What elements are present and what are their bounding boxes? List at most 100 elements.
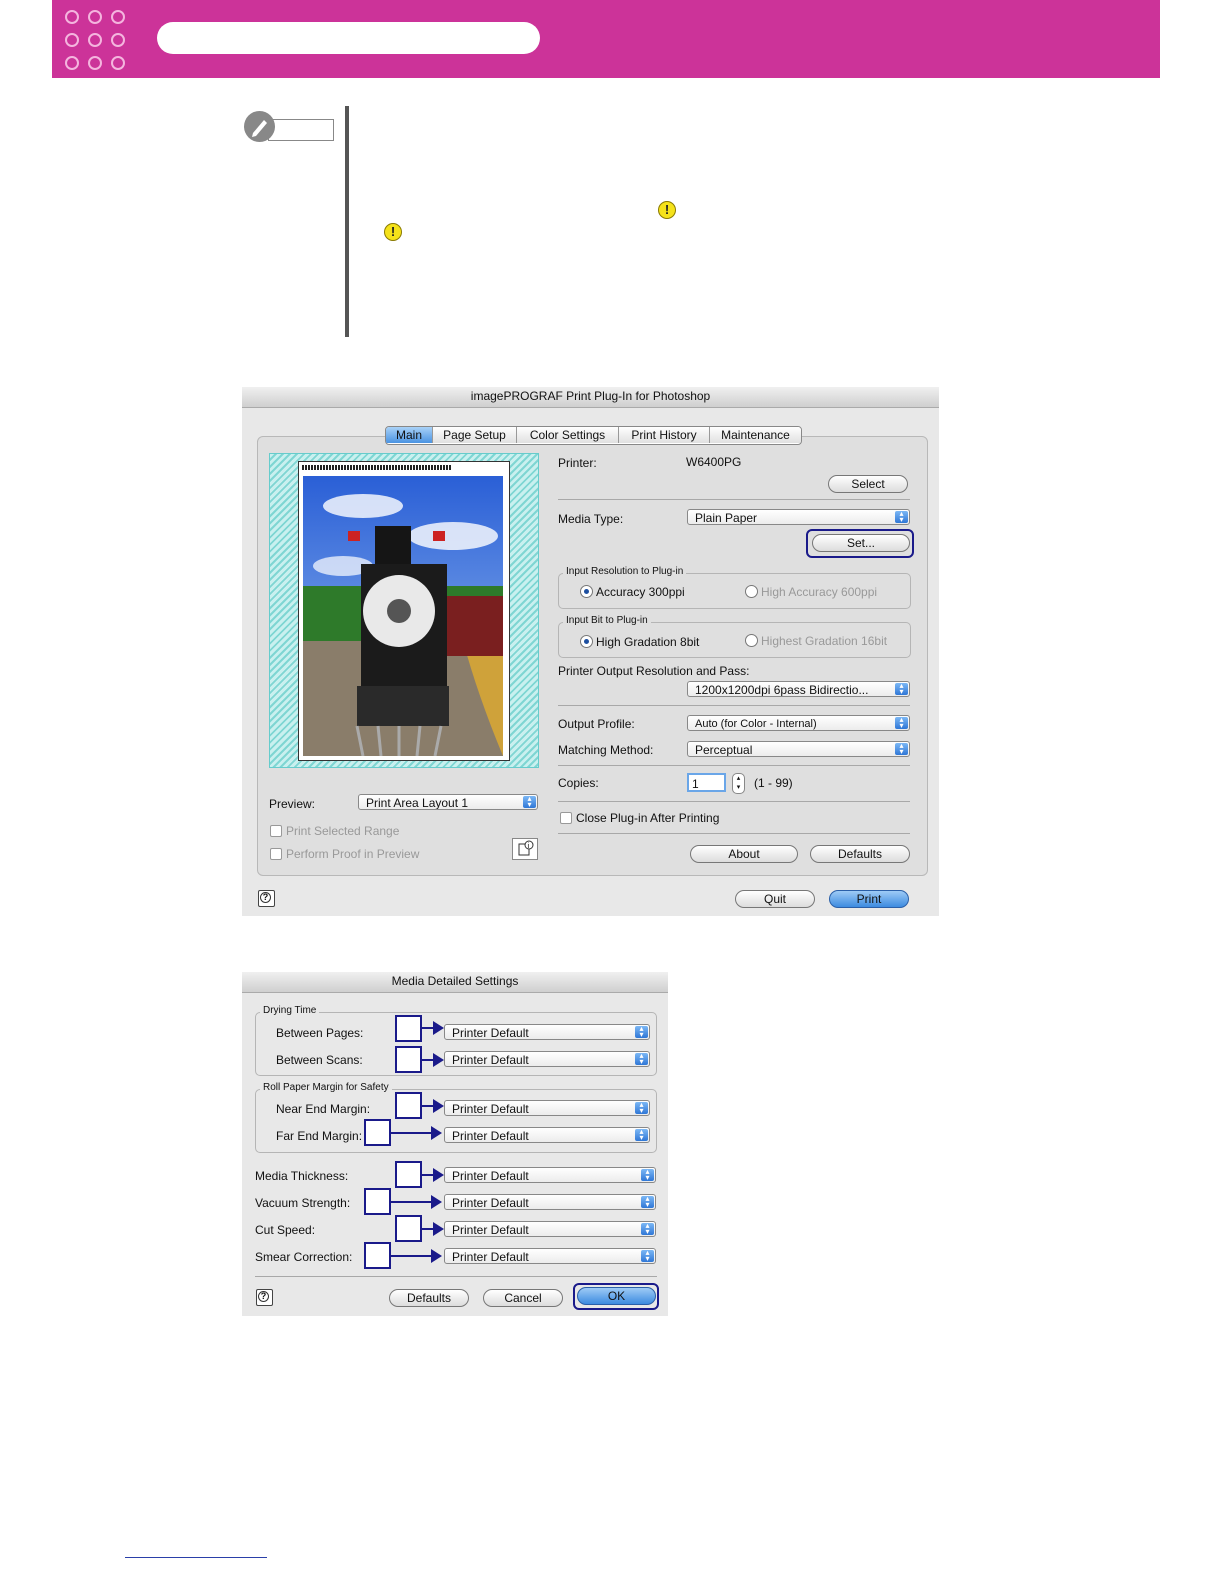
copies-stepper[interactable]: ▴ ▾ xyxy=(732,773,745,794)
quit-button[interactable]: Quit xyxy=(735,890,815,908)
preview-header-text xyxy=(302,465,452,470)
divider xyxy=(558,765,910,766)
question-icon: ? xyxy=(260,892,271,903)
close-plugin-label: Close Plug-in After Printing xyxy=(576,811,720,825)
media-thickness-select[interactable]: Printer Default ▴ ▾ xyxy=(444,1167,656,1183)
arrow-right-icon xyxy=(431,1249,442,1263)
highest-gradation-16bit-label: Highest Gradation 16bit xyxy=(761,634,888,648)
divider xyxy=(255,1276,657,1277)
tab-main[interactable]: Main xyxy=(386,427,433,443)
chevron-updown-icon: ▴ ▾ xyxy=(895,510,908,524)
defaults-button[interactable]: Defaults xyxy=(810,845,910,863)
decor-dot xyxy=(88,33,102,47)
printer-label: Printer: xyxy=(558,456,597,470)
decor-dot xyxy=(111,10,125,24)
high-accuracy-600-radio[interactable] xyxy=(745,585,758,598)
media-thickness-value: Printer Default xyxy=(452,1169,529,1183)
cut-speed-label: Cut Speed: xyxy=(255,1223,316,1237)
near-end-select[interactable]: Printer Default ▴ ▾ xyxy=(444,1100,650,1116)
print-selected-range-checkbox[interactable] xyxy=(270,825,282,837)
divider xyxy=(558,705,910,706)
chevron-updown-icon: ▴ ▾ xyxy=(895,682,908,696)
note-label-box xyxy=(268,119,334,141)
arrow-right-icon xyxy=(431,1195,442,1209)
media-type-value: Plain Paper xyxy=(695,511,758,525)
copies-input[interactable]: 1 xyxy=(687,773,726,792)
roll-margin-group xyxy=(255,1089,657,1153)
between-scans-select[interactable]: Printer Default ▴ ▾ xyxy=(444,1051,650,1067)
far-end-select[interactable]: Printer Default ▴ ▾ xyxy=(444,1127,650,1143)
high-accuracy-600-label: High Accuracy 600ppi xyxy=(761,585,878,599)
chevron-updown-icon: ▴ ▾ xyxy=(641,1168,654,1182)
near-end-value: Printer Default xyxy=(452,1102,529,1116)
between-pages-select[interactable]: Printer Default ▴ ▾ xyxy=(444,1024,650,1040)
plugin-dialog-title: imagePROGRAF Print Plug-In for Photoshop xyxy=(242,387,939,408)
help-button[interactable]: ? xyxy=(256,1289,273,1306)
media-thickness-label: Media Thickness: xyxy=(255,1169,349,1183)
decor-dot xyxy=(88,56,102,70)
select-button[interactable]: Select xyxy=(828,475,908,493)
preview-area xyxy=(269,453,539,768)
print-selected-range-label: Print Selected Range xyxy=(286,824,400,838)
cut-speed-select[interactable]: Printer Default ▴ ▾ xyxy=(444,1221,656,1237)
tab-page-setup[interactable]: Page Setup xyxy=(433,427,517,443)
tab-bar: Main Page Setup Color Settings Print His… xyxy=(385,426,802,445)
vacuum-strength-label: Vacuum Strength: xyxy=(255,1196,351,1210)
close-plugin-checkbox[interactable] xyxy=(560,812,572,824)
vacuum-strength-value: Printer Default xyxy=(452,1196,529,1210)
input-bit-title: Input Bit to Plug-in xyxy=(563,615,651,626)
between-pages-value: Printer Default xyxy=(452,1026,529,1040)
smear-correction-value: Printer Default xyxy=(452,1250,529,1264)
media-settings-dialog: Media Detailed Settings Drying Time Betw… xyxy=(242,972,668,1316)
pencil-icon xyxy=(244,111,275,142)
media-type-select[interactable]: Plain Paper ▴ ▾ xyxy=(687,509,910,525)
near-end-label: Near End Margin: xyxy=(276,1102,371,1116)
header-title-pill xyxy=(157,22,540,54)
perform-proof-checkbox[interactable] xyxy=(270,848,282,860)
output-resolution-select[interactable]: 1200x1200dpi 6pass Bidirectio... ▴ ▾ xyxy=(687,681,910,697)
set-button[interactable]: Set... xyxy=(812,534,910,552)
preview-select-value: Print Area Layout 1 xyxy=(366,796,469,810)
copies-label: Copies: xyxy=(558,776,599,790)
callout-box xyxy=(364,1242,391,1269)
highest-gradation-16bit-radio[interactable] xyxy=(745,634,758,647)
print-button[interactable]: Print xyxy=(829,890,909,908)
cut-speed-value: Printer Default xyxy=(452,1223,529,1237)
defaults-button[interactable]: Defaults xyxy=(389,1289,469,1307)
vacuum-strength-select[interactable]: Printer Default ▴ ▾ xyxy=(444,1194,656,1210)
callout-line xyxy=(391,1255,433,1257)
tab-color-settings[interactable]: Color Settings xyxy=(517,427,619,443)
roll-margin-title: Roll Paper Margin for Safety xyxy=(260,1082,392,1093)
arrow-right-icon xyxy=(431,1126,442,1140)
footer-link-underline[interactable] xyxy=(125,1557,267,1558)
output-profile-value: Auto (for Color - Internal) xyxy=(695,718,817,730)
ok-button[interactable]: OK xyxy=(577,1287,656,1305)
callout-box xyxy=(395,1046,422,1073)
far-end-value: Printer Default xyxy=(452,1129,529,1143)
proof-info-button[interactable]: i xyxy=(512,838,538,860)
tab-print-history[interactable]: Print History xyxy=(619,427,710,443)
info-icon: i xyxy=(518,840,534,856)
about-button[interactable]: About xyxy=(690,845,798,863)
help-button[interactable]: ? xyxy=(258,890,275,907)
accuracy-300-radio[interactable] xyxy=(580,585,593,598)
tab-maintenance[interactable]: Maintenance xyxy=(710,427,801,443)
chevron-updown-icon: ▴ ▾ xyxy=(635,1128,648,1142)
preview-label: Preview: xyxy=(269,797,316,811)
matching-method-value: Perceptual xyxy=(695,743,753,757)
chevron-updown-icon: ▴ ▾ xyxy=(895,716,908,730)
smear-correction-select[interactable]: Printer Default ▴ ▾ xyxy=(444,1248,656,1264)
output-profile-select[interactable]: Auto (for Color - Internal) ▴ ▾ xyxy=(687,715,910,731)
arrow-right-icon xyxy=(433,1021,444,1035)
output-profile-label: Output Profile: xyxy=(558,717,635,731)
cancel-button[interactable]: Cancel xyxy=(483,1289,563,1307)
plugin-dialog: imagePROGRAF Print Plug-In for Photoshop… xyxy=(242,387,939,916)
arrow-right-icon xyxy=(433,1168,444,1182)
decor-dot xyxy=(65,33,79,47)
media-type-label: Media Type: xyxy=(558,512,624,526)
high-gradation-8bit-radio[interactable] xyxy=(580,635,593,648)
callout-box xyxy=(395,1161,422,1188)
preview-select[interactable]: Print Area Layout 1 ▴ ▾ xyxy=(358,794,538,810)
between-pages-label: Between Pages: xyxy=(276,1026,364,1040)
matching-method-select[interactable]: Perceptual ▴ ▾ xyxy=(687,741,910,757)
